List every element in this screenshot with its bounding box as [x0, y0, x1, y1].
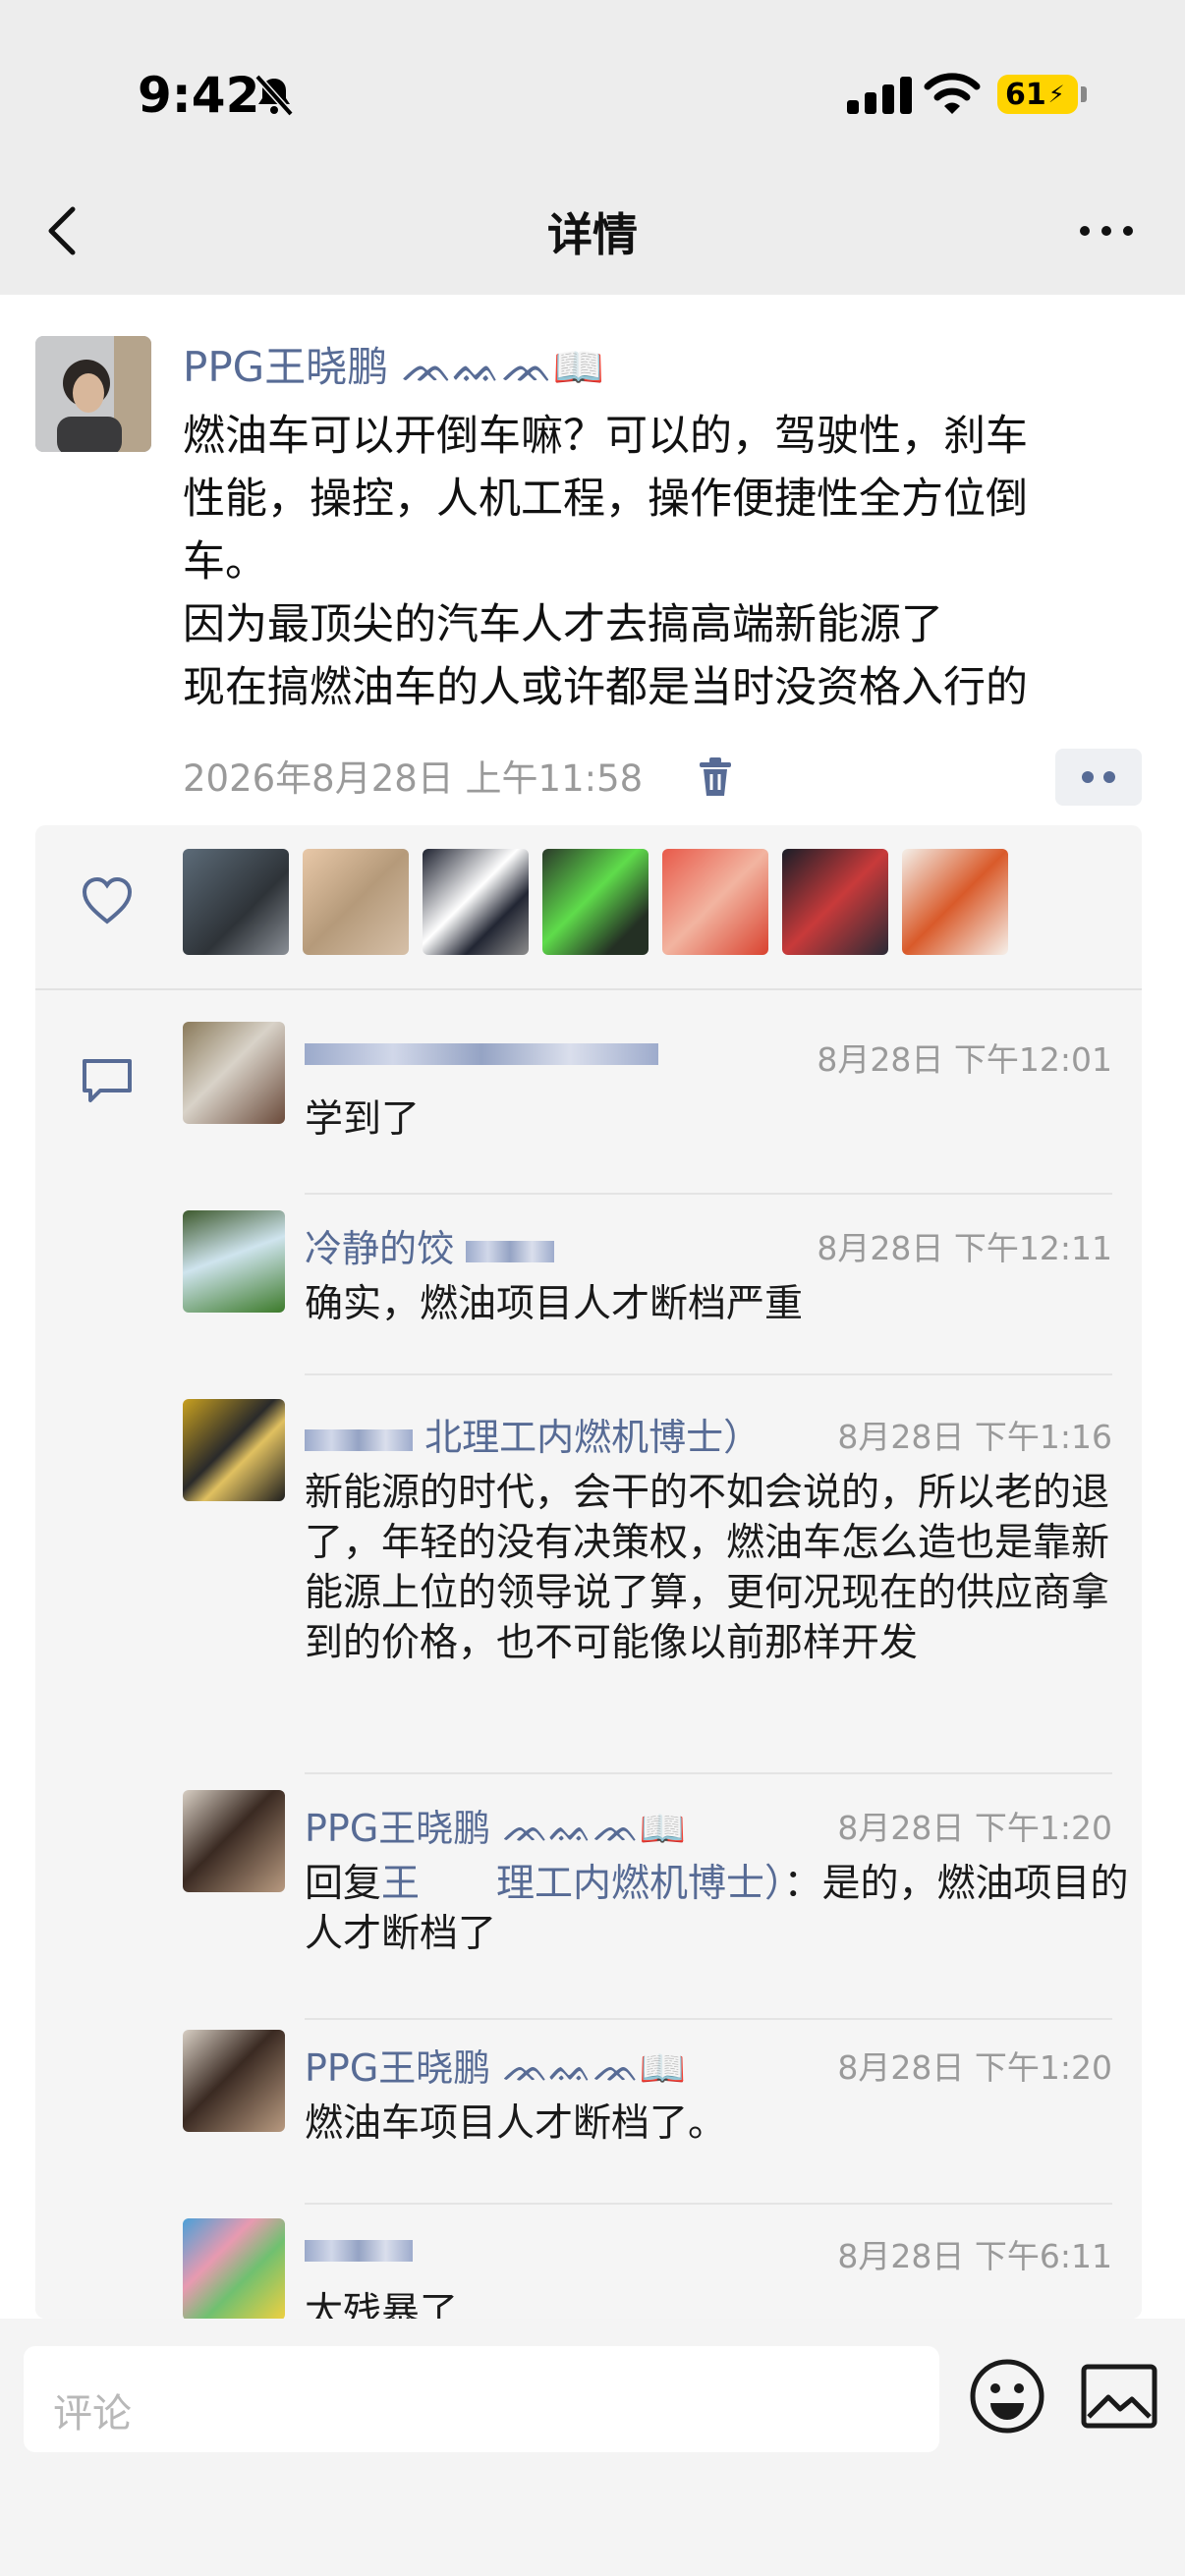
charging-bolt-icon: ⚡	[1047, 81, 1065, 108]
comment-text: 学到了	[305, 1097, 421, 1142]
post-line: 车。	[183, 537, 267, 587]
comment-input-bar: 评论	[0, 2319, 1185, 2576]
comment-time: 8月28日 下午12:01	[817, 1040, 1112, 1079]
commenter-name[interactable]: PPG王晓鹏 ᨏᨐᨏ📖	[305, 2038, 686, 2092]
comment-item[interactable]: 8月28日 下午6:11 太残暴了	[183, 2218, 1142, 2319]
comment-divider	[305, 1772, 1112, 1774]
comment-bubble-icon	[83, 1059, 132, 1102]
emoji-icon[interactable]	[969, 2358, 1045, 2435]
wifi-icon	[924, 73, 981, 114]
bell-slash-icon	[254, 74, 294, 117]
liker-avatar[interactable]	[902, 849, 1008, 955]
comment-time: 8月28日 下午6:11	[837, 2237, 1112, 2275]
redacted-name	[305, 1042, 658, 1065]
status-time: 9:42	[138, 67, 260, 124]
comment-item[interactable]: PPG王晓鹏 ᨏᨐᨏ📖 8月28日 下午1:20 燃油车项目人才断档了。	[183, 2030, 1142, 2207]
interactions-panel: 8月28日 下午12:01 学到了 冷静的饺 8月28日 下午12:11 确实，…	[35, 825, 1142, 2319]
post-timestamp: 2026年8月28日 上午11:58	[183, 757, 644, 800]
comment-time: 8月28日 下午12:11	[817, 1229, 1112, 1267]
commenter-avatar[interactable]	[183, 1399, 285, 1501]
trash-icon[interactable]	[698, 756, 733, 798]
ellipsis-icon[interactable]	[1079, 221, 1134, 241]
post-line: 性能，操控，人机工程，操作便捷性全方位倒	[183, 475, 1028, 524]
comment-time: 8月28日 下午1:20	[837, 1809, 1112, 1847]
post-text: 燃油车可以开倒车嘛？可以的，驾驶性，刹车 性能，操控，人机工程，操作便捷性全方位…	[183, 405, 1126, 719]
commenter-name[interactable]	[305, 1030, 658, 1073]
commenter-avatar[interactable]	[183, 2218, 285, 2319]
commenter-name[interactable]	[305, 2226, 413, 2269]
heart-icon	[82, 876, 133, 924]
page-title: 详情	[547, 208, 638, 261]
redacted-name	[305, 1428, 413, 1451]
commenter-avatar[interactable]	[183, 1210, 285, 1313]
liker-avatar[interactable]	[423, 849, 529, 955]
cellular-signal-icon	[847, 77, 912, 114]
comment-text: 确实，燃油项目人才断档严重	[305, 1282, 804, 1326]
comment-input[interactable]: 评论	[24, 2346, 939, 2452]
post-author-name[interactable]: PPG王晓鹏 ᨏᨐᨏ📖	[183, 334, 604, 394]
redacted-name	[305, 2239, 413, 2262]
comment-item[interactable]: 北理工内燃机博士） 8月28日 下午1:16 新能源的时代，会干的不如会说的，所…	[183, 1399, 1142, 1782]
reply-to-name[interactable]: 王 理工内燃机博士）	[381, 1862, 784, 1906]
battery-cap	[1081, 86, 1087, 102]
comment-time: 8月28日 下午1:16	[837, 1418, 1112, 1456]
liker-avatar[interactable]	[782, 849, 888, 955]
redacted-name	[466, 1240, 555, 1262]
comment-text: 回复王 理工内燃机博士）：是的，燃油项目的人才断档了	[305, 1859, 1140, 1959]
commenter-name-text: 北理工内燃机博士）	[424, 1416, 762, 1459]
comment-divider	[305, 1193, 1112, 1195]
comment-divider	[305, 1373, 1112, 1375]
post-line: 燃油车可以开倒车嘛？可以的，驾驶性，刹车	[183, 412, 1028, 461]
commenter-name[interactable]: 冷静的饺	[305, 1218, 555, 1272]
comment-like-menu-button[interactable]	[1055, 749, 1142, 806]
author-avatar[interactable]	[35, 336, 151, 452]
comment-item[interactable]: 8月28日 下午12:01 学到了	[183, 1022, 1142, 1199]
commenter-name[interactable]: 北理工内燃机博士）	[305, 1407, 761, 1461]
liker-avatar[interactable]	[303, 849, 409, 955]
moment-detail: PPG王晓鹏 ᨏᨐᨏ📖 燃油车可以开倒车嘛？可以的，驾驶性，刹车 性能，操控，人…	[0, 295, 1185, 2319]
liker-avatar[interactable]	[183, 849, 289, 955]
commenter-avatar[interactable]	[183, 1790, 285, 1892]
commenter-name[interactable]: PPG王晓鹏 ᨏᨐᨏ📖	[305, 1798, 686, 1852]
commenter-name-text: 冷静的饺	[305, 1227, 455, 1270]
comment-text: 新能源的时代，会干的不如会说的，所以老的退了，年轻的没有决策权，燃油车怎么造也是…	[305, 1471, 1110, 1665]
comment-divider	[305, 2018, 1112, 2020]
post-line: 现在搞燃油车的人或许都是当时没资格入行的	[183, 663, 1028, 712]
comment-text: 太残暴了	[305, 2290, 459, 2319]
likes-row	[35, 825, 1142, 990]
liker-avatar[interactable]	[542, 849, 649, 955]
reply-prefix: 回复	[305, 1862, 382, 1906]
comment-item[interactable]: PPG王晓鹏 ᨏᨐᨏ📖 8月28日 下午1:20 回复王 理工内燃机博士）：是的…	[183, 1790, 1142, 2026]
comment-item[interactable]: 冷静的饺 8月28日 下午12:11 确实，燃油项目人才断档严重	[183, 1210, 1142, 1387]
commenter-avatar[interactable]	[183, 1022, 285, 1124]
status-bar: 9:42 61 ⚡	[0, 0, 1185, 162]
commenter-avatar[interactable]	[183, 2030, 285, 2132]
comment-divider	[305, 2203, 1112, 2205]
comment-time: 8月28日 下午1:20	[837, 2048, 1112, 2087]
liker-avatar[interactable]	[662, 849, 768, 955]
battery-level: 61	[1005, 77, 1046, 112]
nav-bar: 详情	[0, 162, 1185, 295]
comment-text: 燃油车项目人才断档了。	[305, 2101, 727, 2146]
image-icon[interactable]	[1081, 2364, 1157, 2429]
battery-indicator: 61 ⚡	[997, 75, 1078, 114]
post-line: 因为最顶尖的汽车人才去搞高端新能源了	[183, 600, 943, 649]
